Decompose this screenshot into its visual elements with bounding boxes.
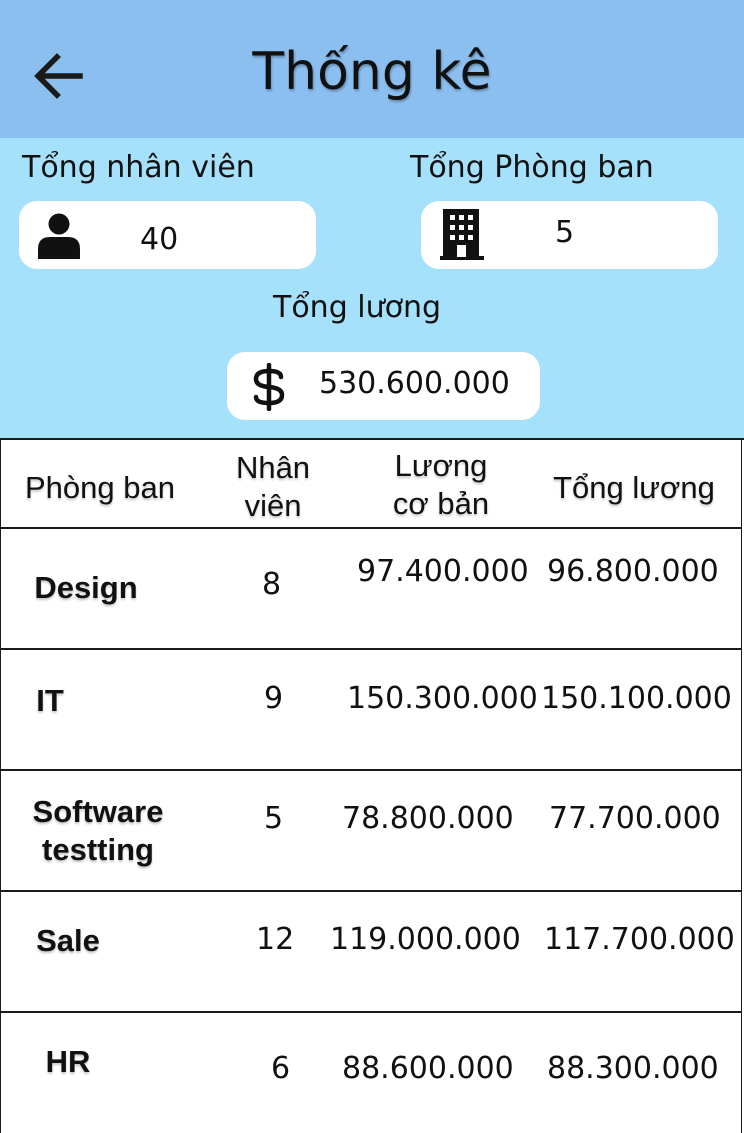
header-employees-line1: Nhân — [235, 450, 311, 485]
header-total-salary: Tổng lương — [553, 470, 715, 505]
total-departments-label: Tổng Phòng ban — [410, 150, 654, 185]
header-department: Phòng ban — [25, 470, 175, 505]
table-header-row: Phòng ban Nhân viên Lương cơ bản Tổng lư… — [1, 440, 741, 529]
row-total-salary: 77.700.000 — [549, 801, 721, 836]
row-total-salary: 96.800.000 — [547, 554, 719, 589]
row-employees: 8 — [262, 567, 282, 602]
row-base-salary: 119.000.000 — [330, 922, 521, 957]
table-row[interactable]: HR 6 88.600.000 88.300.000 — [1, 1013, 741, 1133]
dollar-icon — [253, 363, 285, 411]
total-salary-value: 530.600.000 — [319, 366, 510, 401]
row-total-salary: 150.100.000 — [541, 681, 732, 716]
row-employees: 9 — [264, 681, 284, 716]
total-departments-value: 5 — [555, 215, 575, 250]
row-base-salary: 150.300.000 — [347, 681, 538, 716]
summary-panel: Tổng nhân viên 40 Tổng Phòng ban 5 Tổng … — [0, 138, 744, 438]
building-icon — [440, 209, 484, 260]
row-department: HR — [45, 1044, 91, 1079]
row-employees: 5 — [264, 801, 284, 836]
row-department: Sale — [36, 923, 100, 958]
total-departments-card: 5 — [421, 201, 718, 269]
total-salary-card: 530.600.000 — [227, 352, 540, 420]
statistics-screen: Thống kê Tổng nhân viên 40 Tổng Phòng ba… — [0, 0, 744, 1133]
row-employees: 6 — [271, 1051, 291, 1086]
row-department: IT — [36, 683, 64, 718]
row-employees: 12 — [256, 922, 295, 957]
app-header: Thống kê — [0, 0, 744, 138]
header-base-salary-line1: Lương — [394, 448, 488, 483]
department-table: Phòng ban Nhân viên Lương cơ bản Tổng lư… — [0, 438, 744, 1133]
row-total-salary: 117.700.000 — [544, 922, 735, 957]
table-row[interactable]: Design 8 97.400.000 96.800.000 — [1, 529, 741, 650]
header-base-salary-line2: cơ bản — [392, 486, 490, 521]
row-base-salary: 88.600.000 — [342, 1051, 514, 1086]
row-base-salary: 97.400.000 — [357, 554, 529, 589]
row-department: Design — [34, 570, 138, 605]
header-employees-line2: viên — [244, 488, 302, 523]
person-icon — [38, 213, 80, 259]
row-total-salary: 88.300.000 — [547, 1051, 719, 1086]
row-base-salary: 78.800.000 — [342, 801, 514, 836]
total-employees-value: 40 — [140, 222, 179, 257]
total-employees-label: Tổng nhân viên — [22, 150, 255, 185]
row-department: Software testting — [32, 794, 164, 867]
total-salary-label: Tổng lương — [273, 290, 442, 325]
table-row[interactable]: Software testting 5 78.800.000 77.700.00… — [1, 771, 741, 892]
table-row[interactable]: IT 9 150.300.000 150.100.000 — [1, 650, 741, 771]
table-row[interactable]: Sale 12 119.000.000 117.700.000 — [1, 892, 741, 1013]
page-title: Thống kê — [252, 42, 492, 102]
total-employees-card: 40 — [19, 201, 316, 269]
